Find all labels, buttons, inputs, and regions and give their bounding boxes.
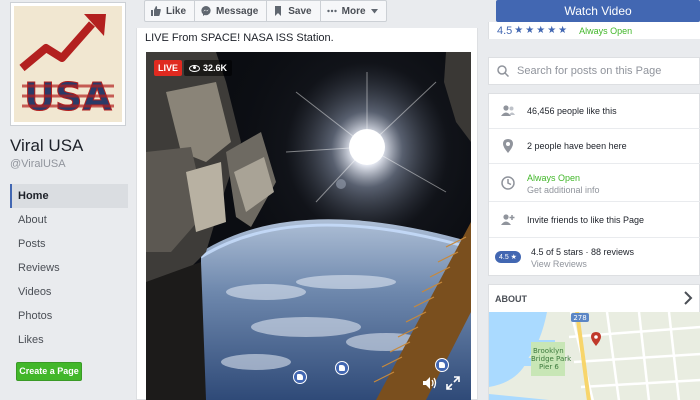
bookmark-icon (275, 6, 282, 16)
eye-icon (189, 64, 200, 72)
clock-icon (501, 175, 515, 190)
viral-usa-logo: USA (14, 6, 122, 122)
hours-sub[interactable]: Get additional info (527, 185, 600, 195)
create-page-button[interactable]: Create a Page (16, 362, 82, 381)
more-dots-icon (326, 9, 337, 13)
rating-value: 4.5 (497, 24, 513, 37)
search-icon (497, 65, 509, 77)
page-handle[interactable]: @ViralUSA (10, 158, 66, 170)
nav-item-reviews[interactable]: Reviews (10, 256, 128, 280)
fullscreen-icon[interactable] (446, 376, 460, 390)
message-button[interactable]: Message (195, 0, 268, 22)
likes-text: 46,456 people like this (527, 106, 617, 116)
star-icon: ★ (547, 25, 557, 36)
video-frame (146, 52, 471, 400)
page-action-bar: Like Message Save More (144, 0, 387, 22)
nav-item-home[interactable]: Home (10, 184, 128, 208)
like-label: Like (166, 5, 187, 17)
like-reaction-icon (293, 370, 307, 384)
star-icon: ★ (525, 25, 535, 36)
about-card: ABOUT 278 Brooklyn Bridge Park Pier 6 (488, 284, 700, 400)
nav-item-videos[interactable]: Videos (10, 280, 128, 304)
invite-text: Invite friends to like this Page (527, 214, 645, 225)
been-here-text: 2 people have been here (527, 141, 627, 151)
add-friend-icon (501, 213, 515, 225)
save-button[interactable]: Save (267, 0, 321, 22)
location-pin-icon (503, 139, 513, 153)
viewer-count-value: 32.6K (203, 63, 228, 73)
hours-status: Always Open (527, 172, 581, 183)
top-rating-strip: 4.5 ★ ★ ★ ★ ★ Always Open (488, 22, 700, 39)
about-heading: ABOUT (495, 294, 527, 304)
rating-pill-value: 4.5 (499, 254, 509, 261)
post-card: LIVE From SPACE! NASA ISS Station. LIVE … (136, 28, 478, 400)
like-reaction-icon (435, 358, 449, 372)
watch-video-button[interactable]: Watch Video (496, 0, 700, 22)
likes-row[interactable]: 46,456 people like this (489, 94, 700, 129)
like-button[interactable]: Like (144, 0, 196, 22)
left-column: USA Viral USA @ViralUSA Home About Posts… (0, 0, 136, 400)
thumbs-up-icon (151, 6, 161, 16)
nav-item-likes[interactable]: Likes (10, 328, 128, 352)
nav-item-about[interactable]: About (10, 208, 128, 232)
rating-pill: 4.5 ★ (495, 251, 521, 263)
page-info-card: 46,456 people like this 2 people have be… (488, 93, 700, 276)
location-map[interactable]: 278 Brooklyn Bridge Park Pier 6 (489, 312, 700, 400)
like-reaction-icon (335, 361, 349, 375)
nav-item-posts[interactable]: Posts (10, 232, 128, 256)
invite-row[interactable]: Invite friends to like this Page (489, 202, 700, 238)
post-text: LIVE From SPACE! NASA ISS Station. (145, 32, 334, 44)
been-here-row[interactable]: 2 people have been here (489, 129, 700, 164)
viewer-count: 32.6K (184, 60, 233, 76)
volume-icon[interactable] (423, 377, 437, 389)
live-video-player[interactable]: LIVE 32.6K (146, 52, 471, 400)
live-badge: LIVE (154, 60, 183, 76)
message-label: Message (216, 5, 259, 17)
always-open-text: Always Open (579, 25, 633, 36)
half-star-icon: ★ (558, 25, 568, 36)
search-input[interactable] (517, 65, 687, 77)
page-search (488, 57, 700, 85)
nav-item-photos[interactable]: Photos (10, 304, 128, 328)
rating-text: 4.5 of 5 stars · 88 reviews (530, 247, 635, 257)
star-icon: ★ (514, 25, 524, 36)
main-column: Like Message Save More LIVE From SPACE! … (136, 0, 478, 400)
view-reviews-link[interactable]: View Reviews (531, 259, 634, 269)
hours-row[interactable]: Always Open Get additional info (489, 164, 700, 202)
page-name[interactable]: Viral USA (10, 136, 83, 156)
right-column: Watch Video 4.5 ★ ★ ★ ★ ★ Always Open 46… (488, 0, 700, 400)
more-button[interactable]: More (320, 0, 387, 22)
save-label: Save (288, 5, 312, 17)
page-profile-picture[interactable]: USA (10, 2, 126, 126)
messenger-icon (201, 6, 211, 16)
page-nav: Home About Posts Reviews Videos Photos L… (10, 184, 128, 352)
route-shield-label: 278 (573, 314, 586, 322)
star-icon: ★ (536, 25, 546, 36)
people-icon (501, 105, 515, 116)
more-label: More (341, 5, 366, 17)
chevron-right-icon[interactable] (683, 291, 693, 305)
caret-down-icon (370, 8, 378, 13)
rating-row[interactable]: 4.5 ★ 4.5 of 5 stars · 88 reviews View R… (489, 238, 700, 276)
